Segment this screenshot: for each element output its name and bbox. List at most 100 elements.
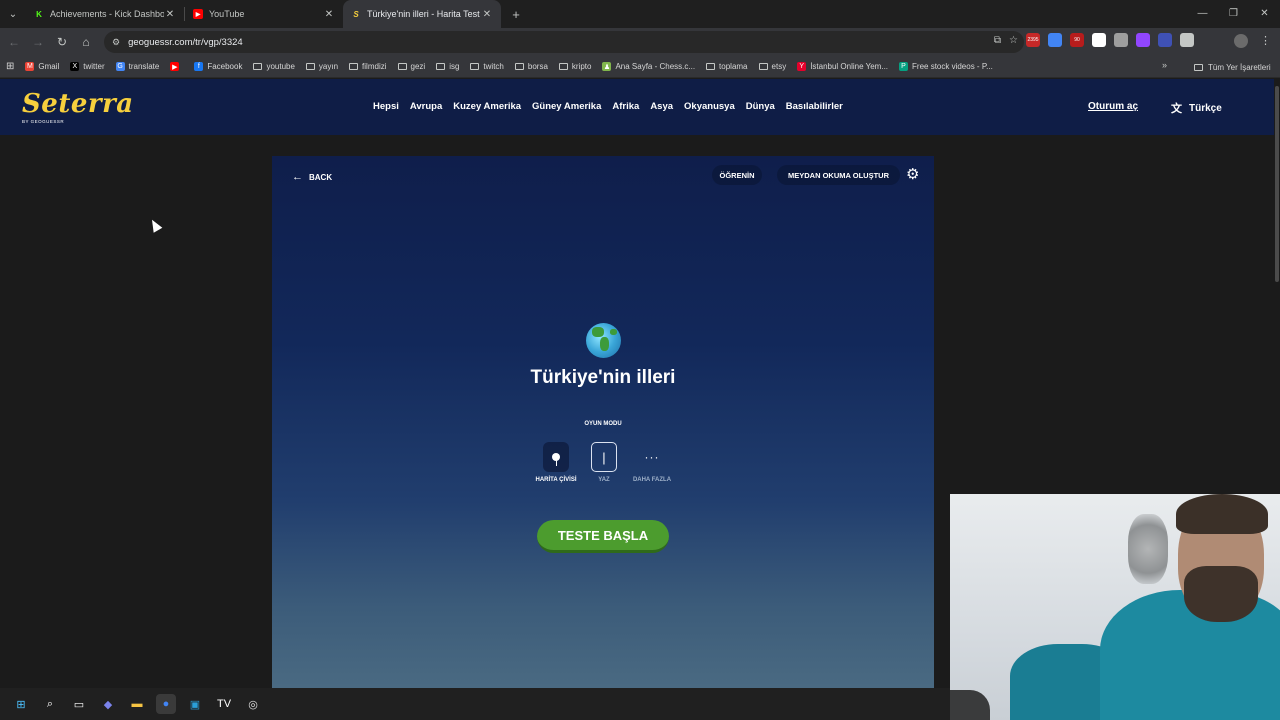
maximize-button[interactable]: ❐ bbox=[1218, 0, 1249, 28]
diamond-extension-icon[interactable] bbox=[1092, 33, 1106, 47]
apps-grid-icon[interactable]: ⊞ bbox=[6, 61, 14, 72]
site-info-icon[interactable]: ⚙ bbox=[112, 37, 120, 48]
omnibox-actions: ⧉ ☆ bbox=[994, 35, 1018, 46]
nav-item[interactable]: Dünya bbox=[746, 101, 775, 112]
extension-badge-icon[interactable]: 2395 bbox=[1026, 33, 1040, 47]
forward-arrow-icon[interactable]: → bbox=[26, 35, 50, 49]
home-icon[interactable]: ⌂ bbox=[74, 35, 98, 49]
main-nav: Hepsi Avrupa Kuzey Amerika Güney Amerika Afr… bbox=[373, 101, 854, 112]
login-link[interactable]: Oturum aç bbox=[1088, 101, 1138, 112]
close-icon[interactable]: ✕ bbox=[164, 9, 176, 20]
tab-youtube[interactable]: ▶ YouTube ✕ bbox=[185, 0, 343, 28]
back-button[interactable]: ← BACK bbox=[292, 171, 332, 183]
minimize-button[interactable]: — bbox=[1187, 0, 1218, 28]
folder-icon bbox=[305, 63, 315, 70]
streaming-app-icon[interactable]: ◎ bbox=[243, 694, 263, 714]
bookmark-item[interactable]: filmdizi bbox=[349, 62, 387, 71]
more-dots-icon: ··· bbox=[644, 450, 660, 464]
bookmarks-overflow-icon[interactable]: » bbox=[1162, 60, 1167, 70]
bookmark-item[interactable]: isg bbox=[436, 62, 459, 71]
chrome-icon[interactable]: ● bbox=[156, 694, 176, 714]
all-bookmarks-folder[interactable]: Tüm Yer İşaretleri bbox=[1194, 56, 1271, 78]
twitch-extension-icon[interactable] bbox=[1136, 33, 1150, 47]
bookmark-favicon-icon: M bbox=[25, 62, 35, 71]
bookmark-item[interactable]: borsa bbox=[514, 62, 548, 71]
install-app-icon[interactable]: ⧉ bbox=[994, 35, 1001, 46]
puzzle-extensions-icon[interactable] bbox=[1180, 33, 1194, 47]
windows-start-icon[interactable]: ⊞ bbox=[11, 694, 31, 714]
bookmark-item[interactable]: P Free stock videos - P... bbox=[899, 62, 993, 71]
bookmark-item[interactable]: toplama bbox=[706, 62, 748, 71]
task-view-icon[interactable]: ▭ bbox=[69, 694, 89, 714]
bookmark-item[interactable]: ▶ bbox=[170, 62, 183, 71]
search-icon[interactable]: ⌕ bbox=[40, 694, 60, 714]
bookmark-item[interactable]: gezi bbox=[397, 62, 425, 71]
folder-icon bbox=[758, 63, 768, 70]
bookmark-item[interactable]: ♟ Ana Sayfa - Chess.c... bbox=[602, 62, 695, 71]
bookmark-item[interactable]: Xtwitter bbox=[70, 62, 105, 71]
bookmark-label: Gmail bbox=[38, 62, 60, 71]
map-pin-icon bbox=[543, 442, 569, 472]
nav-item[interactable]: Basılabilirler bbox=[786, 101, 843, 112]
language-label: Türkçe bbox=[1189, 102, 1222, 114]
file-explorer-icon[interactable]: ▬ bbox=[127, 694, 147, 714]
nav-item[interactable]: Avrupa bbox=[410, 101, 442, 112]
app-icon[interactable]: ▣ bbox=[185, 694, 205, 714]
translate-extension-icon[interactable] bbox=[1048, 33, 1062, 47]
close-window-button[interactable]: ✕ bbox=[1249, 0, 1280, 28]
mode-more[interactable]: ··· DAHA FAZLA bbox=[627, 442, 677, 483]
tab-seterra[interactable]: S Türkiye'nin illeri - Harita Test O ✕ bbox=[343, 0, 501, 28]
logo-subtitle: BY GEOGUESSR bbox=[22, 119, 65, 124]
bookmark-item[interactable]: etsy bbox=[758, 62, 786, 71]
browser-menu-icon[interactable]: ⋮ bbox=[1260, 34, 1271, 47]
scrollbar-thumb[interactable] bbox=[1275, 86, 1279, 282]
start-quiz-button[interactable]: TESTE BAŞLA bbox=[537, 520, 669, 553]
reload-icon[interactable]: ↻ bbox=[50, 35, 74, 49]
nav-item[interactable]: Okyanusya bbox=[684, 101, 735, 112]
bookmark-item[interactable]: youtube bbox=[253, 62, 295, 71]
seterra-logo[interactable]: Seterra bbox=[22, 89, 134, 119]
new-tab-button[interactable]: + bbox=[505, 7, 527, 22]
mode-type[interactable]: | YAZ bbox=[579, 442, 629, 483]
bookmark-star-icon[interactable]: ☆ bbox=[1009, 35, 1018, 46]
settings-gear-icon[interactable]: ⚙ bbox=[906, 165, 919, 183]
windows-taskbar: ⊞ ⌕ ▭ ◆ ▬ ● ▣ TV ◎ bbox=[0, 688, 950, 720]
bookmark-label: isg bbox=[449, 62, 460, 71]
bookmark-label: toplama bbox=[719, 62, 748, 71]
bookmark-label: twitch bbox=[483, 62, 504, 71]
folder-icon bbox=[436, 63, 446, 70]
bookmark-label: Free stock videos - P... bbox=[912, 62, 993, 71]
mouse-cursor bbox=[147, 217, 163, 233]
profile-avatar[interactable] bbox=[1234, 34, 1248, 48]
bookmark-item[interactable]: yayın bbox=[305, 62, 338, 71]
extension-badge-icon[interactable]: 90 bbox=[1070, 33, 1084, 47]
bookmark-item[interactable]: Gtranslate bbox=[115, 62, 159, 71]
address-bar[interactable]: ⚙ geoguessr.com/tr/vgp/3324 ⧉ ☆ bbox=[104, 31, 1024, 53]
learn-button[interactable]: ÖĞRENİN bbox=[712, 165, 762, 185]
tab-kick[interactable]: K Achievements - Kick Dashboard ✕ bbox=[26, 0, 184, 28]
mode-map-pin[interactable]: HARİTA ÇİVİSİ bbox=[531, 442, 581, 483]
back-arrow-icon[interactable]: ← bbox=[2, 35, 26, 49]
arrow-left-icon: ← bbox=[292, 171, 303, 183]
nav-item[interactable]: Hepsi bbox=[373, 101, 399, 112]
tradingview-icon[interactable]: TV bbox=[214, 694, 234, 714]
create-challenge-button[interactable]: MEYDAN OKUMA OLUŞTUR bbox=[777, 165, 900, 185]
bookmark-item[interactable]: M Gmail bbox=[25, 62, 59, 71]
tab-search-icon[interactable]: ⌄ bbox=[0, 0, 26, 28]
close-icon[interactable]: ✕ bbox=[481, 9, 493, 20]
folder-icon bbox=[349, 63, 359, 70]
nav-item[interactable]: Asya bbox=[650, 101, 673, 112]
close-icon[interactable]: ✕ bbox=[323, 9, 335, 20]
bookmark-item[interactable]: kripto bbox=[558, 62, 591, 71]
copilot-icon[interactable]: ◆ bbox=[98, 694, 118, 714]
nav-item[interactable]: Kuzey Amerika bbox=[453, 101, 521, 112]
glasses-extension-icon[interactable] bbox=[1114, 33, 1128, 47]
nav-item[interactable]: Güney Amerika bbox=[532, 101, 601, 112]
nav-item[interactable]: Afrika bbox=[612, 101, 639, 112]
bookmark-label: filmdizi bbox=[362, 62, 387, 71]
bookmark-item[interactable]: f Facebook bbox=[194, 62, 242, 71]
speak-extension-icon[interactable] bbox=[1158, 33, 1172, 47]
bookmark-item[interactable]: twitch bbox=[470, 62, 504, 71]
language-selector[interactable]: 文 Türkçe bbox=[1171, 100, 1222, 116]
bookmark-item[interactable]: Y İstanbul Online Yem... bbox=[797, 62, 888, 71]
